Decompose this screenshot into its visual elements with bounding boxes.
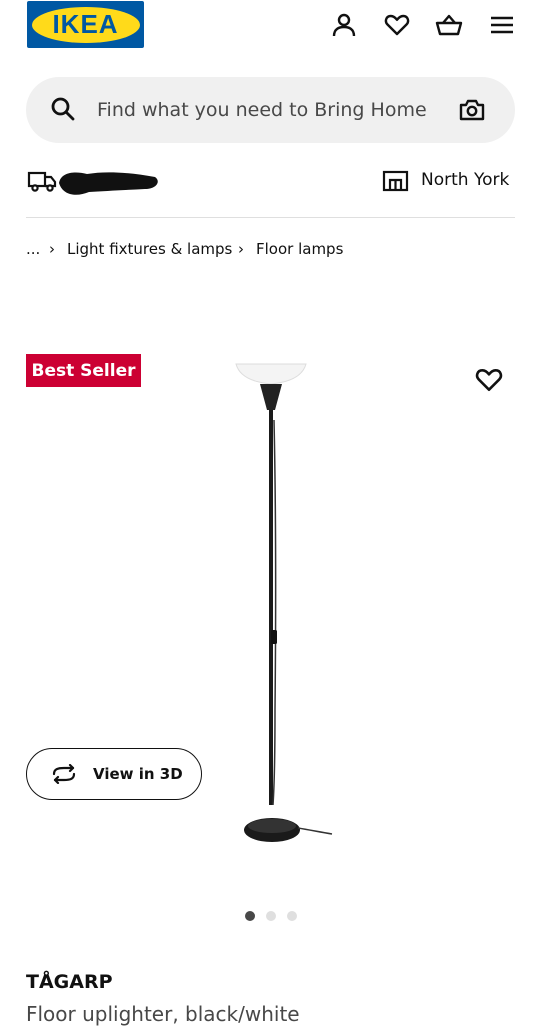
carousel-dot-2[interactable] — [266, 911, 276, 921]
breadcrumb-ellipsis[interactable]: ... — [26, 240, 40, 258]
truck-icon[interactable] — [27, 170, 57, 192]
divider — [26, 217, 515, 218]
menu-icon[interactable] — [485, 8, 519, 42]
logo-oval: IKEA — [31, 6, 140, 43]
product-name: TÅGARP — [26, 971, 113, 993]
breadcrumb-item-floor-lamps[interactable]: Floor lamps — [256, 240, 343, 258]
camera-icon[interactable] — [458, 96, 486, 124]
store-icon[interactable] — [382, 170, 409, 192]
favourite-heart-icon[interactable] — [475, 366, 503, 394]
redacted-postal-code[interactable] — [55, 167, 160, 199]
product-image-floor-lamp[interactable] — [230, 360, 340, 850]
heart-icon[interactable] — [380, 8, 414, 42]
logo-text: IKEA — [52, 9, 119, 39]
product-description: Floor uplighter, black/white — [26, 1002, 300, 1026]
chevron-right-icon: › — [49, 240, 55, 258]
view-in-3d-button[interactable]: View in 3D — [26, 748, 202, 800]
account-icon[interactable] — [327, 8, 361, 42]
view-in-3d-label: View in 3D — [93, 765, 183, 783]
rotate-3d-icon — [52, 764, 76, 784]
carousel-dot-3[interactable] — [287, 911, 297, 921]
basket-icon[interactable] — [432, 8, 466, 42]
ikea-logo[interactable]: IKEA — [27, 1, 144, 48]
search-icon[interactable] — [50, 96, 76, 122]
store-name[interactable]: North York — [421, 170, 509, 190]
best-seller-badge: Best Seller — [26, 354, 141, 387]
carousel-dot-1[interactable] — [245, 911, 255, 921]
breadcrumb-item-light-fixtures[interactable]: Light fixtures & lamps — [67, 240, 232, 258]
chevron-right-icon: › — [238, 240, 244, 258]
search-input[interactable] — [97, 92, 447, 128]
